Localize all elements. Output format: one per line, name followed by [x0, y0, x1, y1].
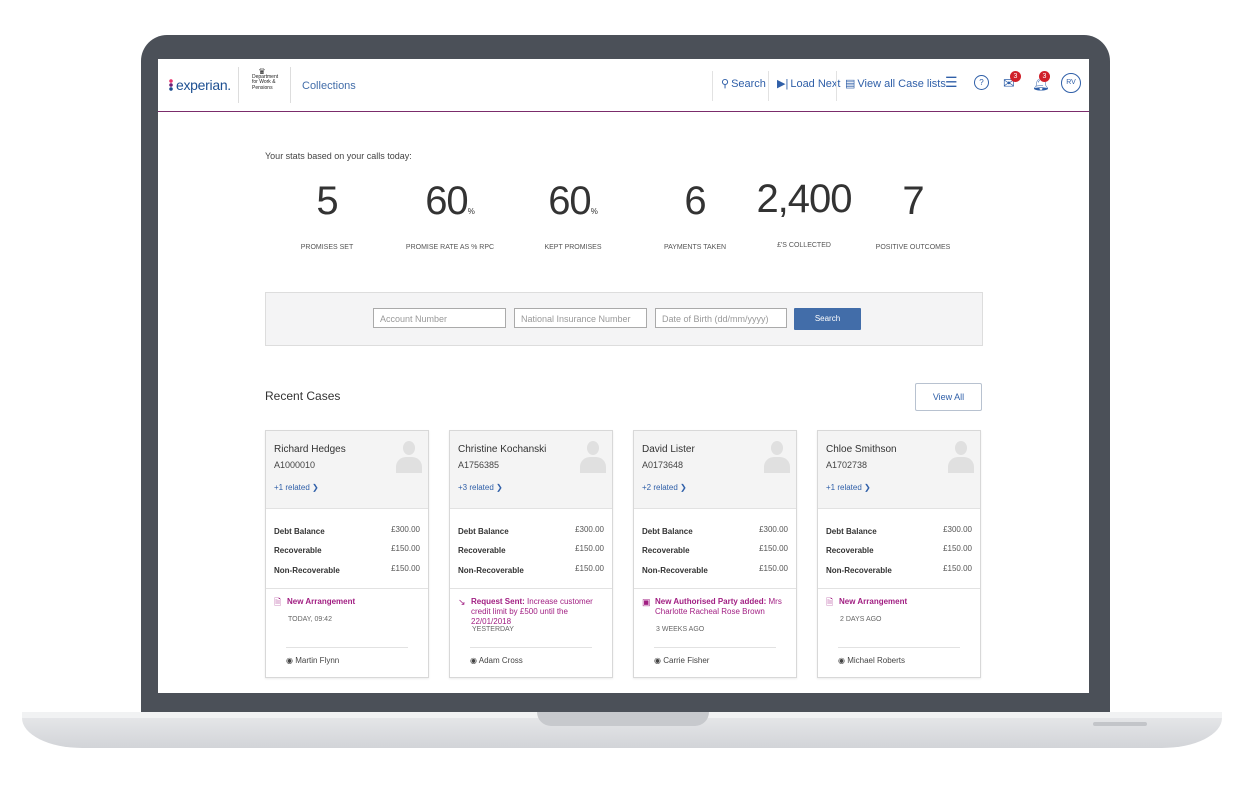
related-link[interactable]: +2 related ❯	[642, 483, 687, 492]
recent-cases-title: Recent Cases	[265, 389, 341, 403]
latest-activity[interactable]: ↘ Request Sent: Increase customer credit …	[458, 597, 608, 627]
laptop-notch	[537, 712, 709, 726]
case-card[interactable]: David Lister A0173648 +2 related ❯ Debt …	[633, 430, 797, 678]
search-icon: ⚲	[721, 78, 730, 90]
account-number: A1702738	[826, 460, 868, 470]
divider	[838, 647, 960, 648]
account-number-field[interactable]: Account Number	[373, 308, 506, 328]
activity-time: YESTERDAY	[472, 626, 514, 633]
stat-promise-rate: 60% PROMISE RATE AS % RPC	[405, 179, 495, 251]
chevron-right-icon: ❯	[864, 483, 871, 492]
account-number: A1000010	[274, 460, 316, 470]
stat-positive-outcomes: 7 POSITIVE OUTCOMES	[875, 179, 951, 251]
person-placeholder-icon	[580, 441, 606, 477]
user-icon: ◉	[654, 656, 661, 665]
divider	[712, 71, 713, 101]
case-card-header: Richard Hedges A1000010 +1 related ❯	[266, 431, 428, 509]
divider	[450, 588, 612, 589]
notifications-badge: 3	[1039, 71, 1050, 82]
case-card[interactable]: Chloe Smithson A1702738 +1 related ❯ Deb…	[817, 430, 981, 678]
user-icon: ◉	[286, 656, 293, 665]
logo-dots-icon	[168, 79, 174, 91]
agent-name: ◉ Michael Roberts	[838, 656, 906, 665]
notifications-bell-icon[interactable]: 🔔︎ 3	[1032, 71, 1050, 92]
person-placeholder-icon	[396, 441, 422, 477]
list-icon: ▤	[845, 78, 856, 90]
laptop-vent	[1093, 722, 1147, 726]
stats-intro: Your stats based on your calls today:	[265, 151, 412, 161]
chevron-right-icon: ❯	[312, 483, 319, 492]
agent-name: ◉ Carrie Fisher	[654, 656, 710, 665]
agent-name: ◉ Martin Flynn	[286, 656, 340, 665]
top-header: experian. ♛ Department for Work & Pensio…	[158, 59, 1089, 112]
divider	[470, 647, 592, 648]
app-title: Collections	[302, 80, 356, 92]
search-button[interactable]: Search	[794, 308, 861, 330]
divider	[238, 67, 239, 103]
stat-promises-set: 5 PROMISES SET	[300, 179, 354, 251]
case-card[interactable]: Richard Hedges A1000010 +1 related ❯ Deb…	[265, 430, 429, 678]
activity-time: 3 WEEKS AGO	[656, 626, 705, 633]
view-all-case-lists-link[interactable]: ▤ View all Case lists	[845, 77, 946, 90]
account-number: A1756385	[458, 460, 500, 470]
divider	[818, 588, 980, 589]
account-number: A0173648	[642, 460, 684, 470]
user-icon: ◉	[838, 656, 845, 665]
divider	[654, 647, 776, 648]
related-link[interactable]: +1 related ❯	[274, 483, 319, 492]
load-next-link[interactable]: ▶| Load Next	[777, 77, 840, 90]
experian-logo[interactable]: experian.	[168, 77, 231, 93]
help-icon[interactable]: ?	[974, 75, 989, 90]
divider	[836, 71, 837, 101]
national-insurance-field[interactable]: National Insurance Number	[514, 308, 647, 328]
activity-time: TODAY, 09:42	[288, 616, 332, 623]
case-search-panel: Account Number National Insurance Number…	[265, 292, 983, 346]
app-screen: experian. ♛ Department for Work & Pensio…	[158, 59, 1089, 693]
dwp-logo: ♛ Department for Work & Pensions	[252, 67, 279, 91]
customer-name[interactable]: David Lister	[642, 444, 695, 455]
menu-icon[interactable]: ☰	[945, 74, 958, 91]
chevron-right-icon: ❯	[496, 483, 503, 492]
search-nav-link[interactable]: ⚲ Search	[721, 77, 766, 90]
person-placeholder-icon	[948, 441, 974, 477]
case-card-header: Christine Kochanski A1756385 +3 related …	[450, 431, 612, 509]
divider	[266, 588, 428, 589]
divider	[634, 588, 796, 589]
contact-card-icon: ▣	[642, 597, 651, 607]
stat-collected: 2,400 £'S COLLECTED	[756, 177, 852, 249]
related-link[interactable]: +3 related ❯	[458, 483, 503, 492]
case-card[interactable]: Christine Kochanski A1756385 +3 related …	[449, 430, 613, 678]
user-avatar[interactable]: RV	[1061, 73, 1081, 93]
customer-name[interactable]: Richard Hedges	[274, 444, 346, 455]
case-card-header: Chloe Smithson A1702738 +1 related ❯	[818, 431, 980, 509]
person-placeholder-icon	[764, 441, 790, 477]
divider	[286, 647, 408, 648]
chevron-right-icon: ❯	[680, 483, 687, 492]
agent-name: ◉ Adam Cross	[470, 656, 523, 665]
messages-icon[interactable]: ✉ 3	[1003, 71, 1021, 92]
customer-name[interactable]: Christine Kochanski	[458, 444, 546, 455]
customer-name[interactable]: Chloe Smithson	[826, 444, 897, 455]
latest-activity[interactable]: 🗎︎ New Arrangement	[274, 597, 424, 607]
activity-time: 2 DAYS AGO	[840, 616, 882, 623]
stat-payments-taken: 6 PAYMENTS TAKEN	[663, 179, 727, 251]
user-icon: ◉	[470, 656, 477, 665]
messages-badge: 3	[1010, 71, 1021, 82]
latest-activity[interactable]: 🗎︎ New Arrangement	[826, 597, 976, 607]
latest-activity[interactable]: ▣ New Authorised Party added: Mrs Charlot…	[642, 597, 792, 617]
trend-arrow-icon: ↘	[458, 597, 466, 607]
skip-next-icon: ▶|	[777, 78, 789, 90]
view-all-button[interactable]: View All	[915, 383, 982, 411]
document-icon: 🗎︎	[274, 597, 282, 607]
document-icon: 🗎︎	[826, 597, 834, 607]
stat-kept-promises: 60% KEPT PROMISES	[544, 179, 602, 251]
date-of-birth-field[interactable]: Date of Birth (dd/mm/yyyy)	[655, 308, 787, 328]
related-link[interactable]: +1 related ❯	[826, 483, 871, 492]
divider	[768, 71, 769, 101]
divider	[290, 67, 291, 103]
case-card-header: David Lister A0173648 +2 related ❯	[634, 431, 796, 509]
